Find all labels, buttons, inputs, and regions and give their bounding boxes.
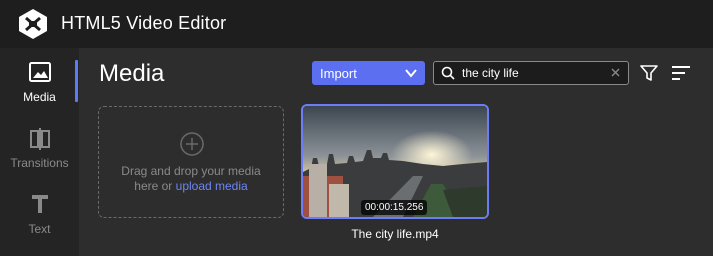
duration-badge: 00:00:15.256 xyxy=(361,200,428,215)
filter-icon[interactable] xyxy=(640,64,658,82)
top-bar: HTML5 Video Editor xyxy=(0,0,713,48)
text-icon xyxy=(0,194,79,214)
logo-icon xyxy=(19,9,47,39)
active-indicator xyxy=(75,60,78,102)
import-label: Import xyxy=(320,66,357,81)
import-button[interactable]: Import xyxy=(312,61,425,85)
sidebar: Media Transitions Text xyxy=(0,48,79,256)
media-item-card[interactable]: 00:00:15.256 xyxy=(301,104,489,219)
sidebar-item-text[interactable]: Text xyxy=(0,188,79,252)
dropzone-prefix: here or xyxy=(134,179,176,193)
sidebar-item-label: Media xyxy=(23,90,56,104)
chevron-down-icon xyxy=(405,69,417,78)
dropzone-line1: Drag and drop your media xyxy=(121,164,261,178)
upload-dropzone[interactable]: Drag and drop your media here or upload … xyxy=(98,106,284,218)
sidebar-item-transitions[interactable]: Transitions xyxy=(0,122,79,186)
dropzone-line2: here or upload media xyxy=(99,179,283,194)
image-icon xyxy=(0,62,79,82)
transitions-icon xyxy=(0,128,79,150)
media-item-filename: The city life.mp4 xyxy=(351,227,439,241)
page-title: Media xyxy=(99,60,165,87)
sidebar-item-media[interactable]: Media xyxy=(0,56,79,120)
upload-media-link[interactable]: upload media xyxy=(176,179,248,193)
app-title: HTML5 Video Editor xyxy=(61,13,227,33)
sidebar-item-label: Text xyxy=(28,222,51,236)
dropzone-text: Drag and drop your media here or upload … xyxy=(99,164,283,194)
search-icon xyxy=(441,66,455,80)
clear-icon[interactable] xyxy=(610,67,621,78)
search-input[interactable] xyxy=(462,65,612,81)
add-icon xyxy=(180,132,204,156)
sort-icon[interactable] xyxy=(671,65,691,81)
sidebar-item-label: Transitions xyxy=(10,156,69,170)
search-field[interactable] xyxy=(433,61,629,85)
